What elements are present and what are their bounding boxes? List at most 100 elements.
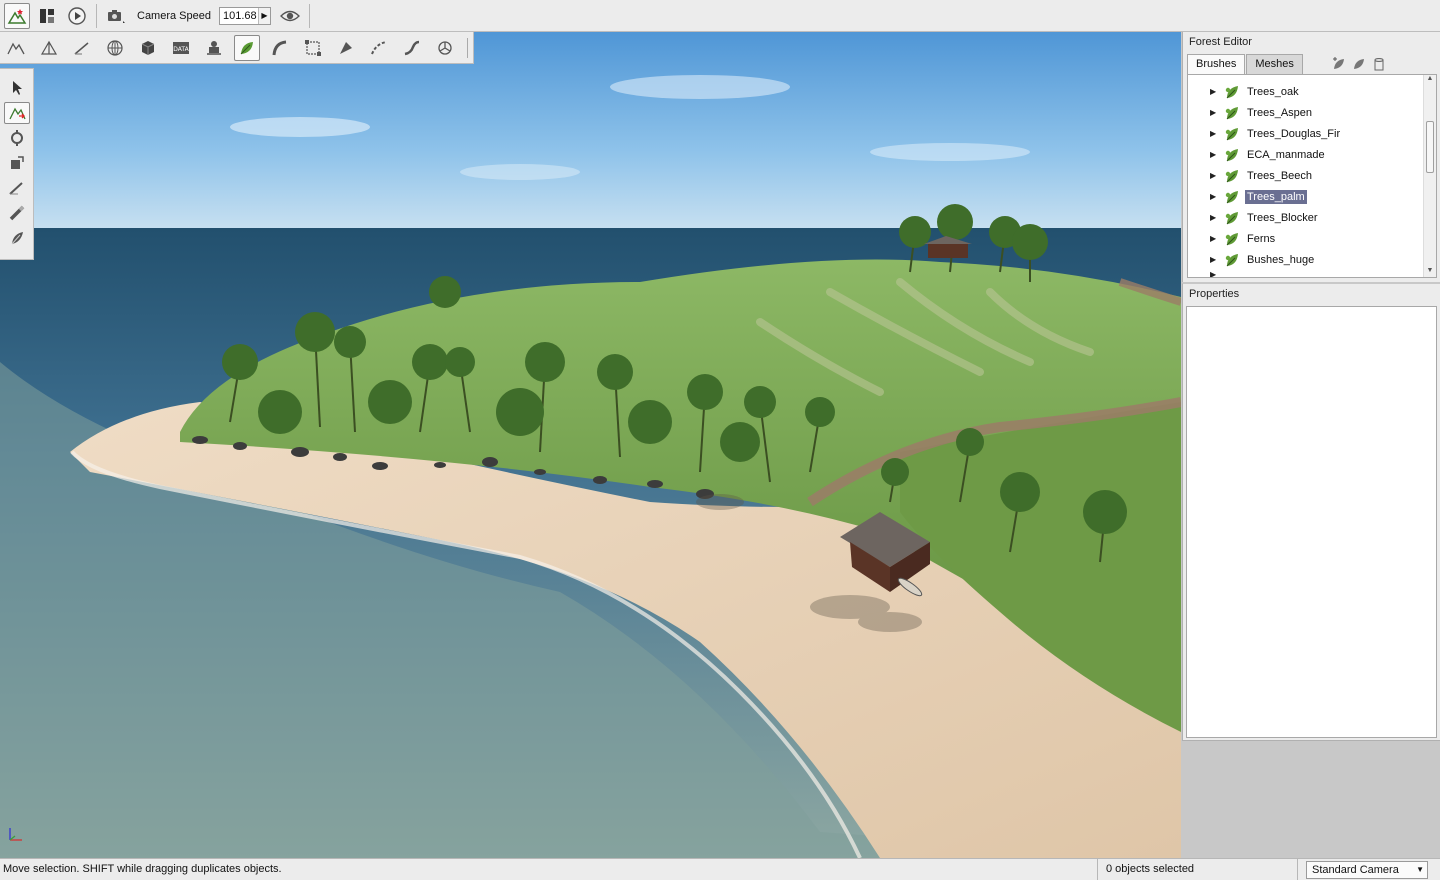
- paint-brush-icon[interactable]: [4, 177, 30, 199]
- camera-mode-value: Standard Camera: [1312, 864, 1399, 876]
- terrain-icon[interactable]: [3, 35, 29, 61]
- brush-icon: [1225, 85, 1238, 98]
- chevron-right-icon[interactable]: ▶: [1210, 108, 1218, 117]
- tab-brushes[interactable]: Brushes: [1187, 54, 1246, 75]
- list-item[interactable]: ▶ Trees_oak: [1188, 81, 1436, 102]
- brush-label: Ferns: [1247, 232, 1276, 245]
- toolbar-separator: [309, 3, 310, 28]
- list-item[interactable]: ▶ Trees_Douglas_Fir: [1188, 123, 1436, 144]
- chevron-right-icon[interactable]: ▶: [1210, 129, 1218, 138]
- camera-icon[interactable]: [103, 3, 129, 29]
- chevron-right-icon[interactable]: ▶: [1210, 270, 1218, 277]
- move-icon[interactable]: [4, 102, 30, 124]
- brush-label: Bushes_huge: [1247, 253, 1315, 266]
- main-toolbar: Camera Speed 101.68 ▶: [0, 0, 1440, 32]
- brush-icon: [1225, 169, 1238, 182]
- brush-icon: [1225, 148, 1238, 161]
- status-message: Move selection. SHIFT while dragging dup…: [0, 859, 1098, 880]
- chevron-right-icon[interactable]: ▶: [1210, 150, 1218, 159]
- decal-icon[interactable]: [366, 35, 392, 61]
- paint-icon[interactable]: [69, 35, 95, 61]
- list-item[interactable]: ▶: [1188, 270, 1436, 277]
- forest-editor-panel: Forest Editor Brushes Meshes ▶ Trees_oak ▶…: [1182, 32, 1440, 282]
- forest-editor-tabs: Brushes Meshes: [1187, 54, 1304, 75]
- axis-gizmo-icon: [9, 828, 22, 841]
- forest-editor-title: Forest Editor: [1189, 36, 1252, 48]
- play-icon[interactable]: [64, 3, 90, 29]
- select-arrow-icon[interactable]: [4, 77, 30, 99]
- scroll-down-icon[interactable]: ▼: [1424, 267, 1436, 277]
- selection-count: 0 objects selected: [1098, 859, 1298, 880]
- new-brush-icon[interactable]: [1331, 56, 1347, 72]
- brush-icon: [1225, 232, 1238, 245]
- robot-icon[interactable]: [201, 35, 227, 61]
- nav-icon[interactable]: [432, 35, 458, 61]
- scroll-thumb[interactable]: [1426, 121, 1434, 173]
- erase-icon[interactable]: [4, 202, 30, 224]
- list-item[interactable]: ▶ Bushes_huge: [1188, 249, 1436, 270]
- brush-icon: [1225, 127, 1238, 140]
- brush-label: Trees_oak: [1247, 85, 1299, 98]
- rotate-icon[interactable]: [4, 127, 30, 149]
- tab-meshes[interactable]: Meshes: [1246, 54, 1303, 74]
- properties-title: Properties: [1189, 288, 1240, 300]
- delete-icon[interactable]: [1371, 56, 1387, 72]
- brush-label: ECA_manmade: [1247, 148, 1325, 161]
- mesh-icon[interactable]: [36, 35, 62, 61]
- scroll-up-icon[interactable]: ▲: [1424, 75, 1436, 85]
- camera-speed-label: Camera Speed: [137, 9, 211, 22]
- chevron-right-icon[interactable]: ▶: [1210, 192, 1218, 201]
- path-icon[interactable]: [399, 35, 425, 61]
- cube-icon[interactable]: [135, 35, 161, 61]
- camera-mode-select[interactable]: Standard Camera ▼: [1306, 861, 1428, 879]
- list-item[interactable]: ▶ Trees_Beech: [1188, 165, 1436, 186]
- properties-body[interactable]: [1186, 306, 1437, 738]
- brush-icon: [1225, 106, 1238, 119]
- list-item[interactable]: ▶ ECA_manmade: [1188, 144, 1436, 165]
- forest-icon[interactable]: [234, 34, 260, 61]
- brush-tree[interactable]: ▶ Trees_oak ▶ Trees_Aspen ▶ Trees_Douglas_Fir…: [1187, 74, 1437, 278]
- globe-icon[interactable]: [102, 35, 128, 61]
- chevron-right-icon[interactable]: ▶: [1210, 234, 1218, 243]
- brush-label: Trees_Beech: [1247, 169, 1313, 182]
- list-item[interactable]: ▶ Ferns: [1188, 228, 1436, 249]
- frame-icon[interactable]: [300, 35, 326, 61]
- brush-label: Trees_Douglas_Fir: [1247, 127, 1341, 140]
- road-icon[interactable]: [267, 35, 293, 61]
- editor-toolbar: DATA: [0, 32, 474, 64]
- list-item[interactable]: ▶ Trees_Blocker: [1188, 207, 1436, 228]
- brush-icon: [1225, 211, 1238, 224]
- gui-editor-icon[interactable]: [34, 3, 60, 29]
- list-item[interactable]: ▶ Trees_palm: [1188, 186, 1436, 207]
- scene-viewport[interactable]: [0, 32, 1181, 858]
- properties-panel: Properties: [1182, 283, 1440, 741]
- chevron-right-icon[interactable]: ▶: [1210, 255, 1218, 264]
- brush-label: Trees_Aspen: [1247, 106, 1313, 119]
- chevron-right-icon[interactable]: ▶: [1210, 87, 1218, 96]
- tool-palette: [0, 68, 34, 260]
- brush-icon: [1225, 190, 1238, 203]
- world-editor-icon[interactable]: [4, 2, 30, 29]
- chevron-right-icon[interactable]: ▶: [258, 7, 270, 24]
- camera-speed-value: 101.68: [223, 9, 257, 22]
- camera-speed-input[interactable]: 101.68 ▶: [219, 6, 271, 25]
- visibility-eye-icon[interactable]: [277, 3, 303, 29]
- data-icon[interactable]: DATA: [168, 35, 194, 61]
- list-item[interactable]: ▶ Trees_Aspen: [1188, 102, 1436, 123]
- forest-brush-icon[interactable]: [4, 227, 30, 249]
- brush-label: Trees_palm: [1245, 189, 1307, 204]
- new-element-icon[interactable]: [1351, 56, 1367, 72]
- brush-icon: [1225, 253, 1238, 266]
- toolbar-separator: [96, 3, 97, 28]
- toolbar-grip[interactable]: [467, 38, 473, 58]
- river-icon[interactable]: [333, 35, 359, 61]
- brush-label: Trees_Blocker: [1247, 211, 1318, 224]
- scale-icon[interactable]: [4, 152, 30, 174]
- tree-scrollbar[interactable]: ▲ ▼: [1423, 75, 1436, 277]
- status-bar: Move selection. SHIFT while dragging dup…: [0, 858, 1440, 880]
- chevron-right-icon[interactable]: ▶: [1210, 171, 1218, 180]
- svg-text:DATA: DATA: [173, 46, 189, 53]
- chevron-right-icon[interactable]: ▶: [1210, 213, 1218, 222]
- chevron-down-icon[interactable]: ▼: [1416, 862, 1424, 878]
- forest-editor-actions: [1331, 56, 1387, 72]
